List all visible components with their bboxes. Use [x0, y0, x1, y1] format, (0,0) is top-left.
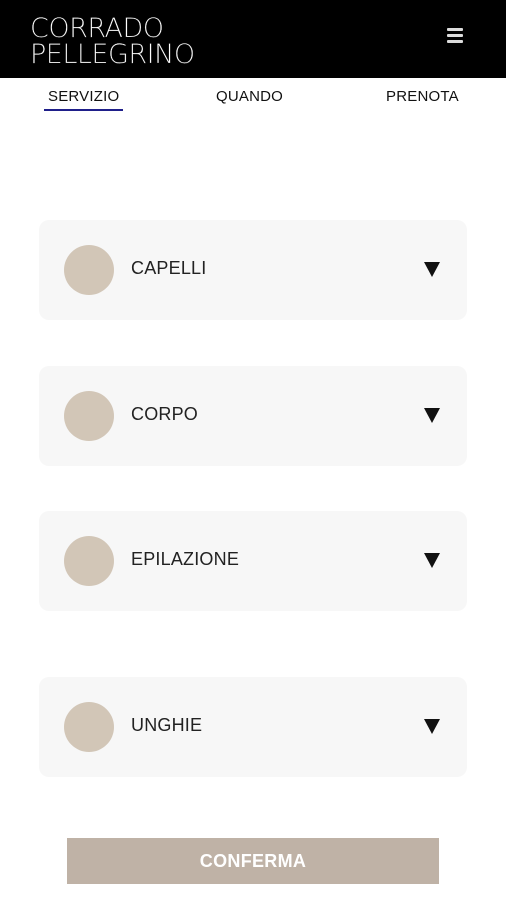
chevron-down-icon[interactable] [424, 262, 440, 277]
service-label: UNGHIE [131, 715, 203, 735]
service-card-capelli[interactable]: CAPELLI [39, 220, 467, 320]
service-color-dot [64, 702, 114, 752]
hamburger-menu-icon[interactable] [447, 28, 463, 44]
service-color-dot [64, 391, 114, 441]
service-card-unghie[interactable]: UNGHIE [39, 677, 467, 777]
service-card-corpo[interactable]: CORPO [39, 366, 467, 466]
menu-bar [447, 28, 463, 31]
chevron-down-icon[interactable] [424, 408, 440, 423]
service-label: EPILAZIONE [131, 549, 240, 569]
service-color-dot [64, 536, 114, 586]
chevron-down-icon[interactable] [424, 719, 440, 734]
tab-quando[interactable]: QUANDO [216, 88, 283, 114]
chevron-down-icon[interactable] [424, 553, 440, 568]
brand-logo[interactable]: CORRADO PELLEGRINO [30, 15, 195, 70]
menu-bar [447, 40, 463, 43]
tab-prenota[interactable]: PRENOTA [386, 88, 459, 114]
active-tab-indicator [44, 109, 123, 111]
service-color-dot [64, 245, 114, 295]
service-card-epilazione[interactable]: EPILAZIONE [39, 511, 467, 611]
top-bar: CORRADO PELLEGRINO [0, 0, 506, 78]
menu-bar [447, 34, 463, 37]
logo-line-2: PELLEGRINO [30, 39, 195, 70]
service-label: CAPELLI [131, 258, 207, 278]
confirm-button[interactable]: CONFERMA [67, 838, 439, 884]
service-label: CORPO [131, 404, 199, 424]
